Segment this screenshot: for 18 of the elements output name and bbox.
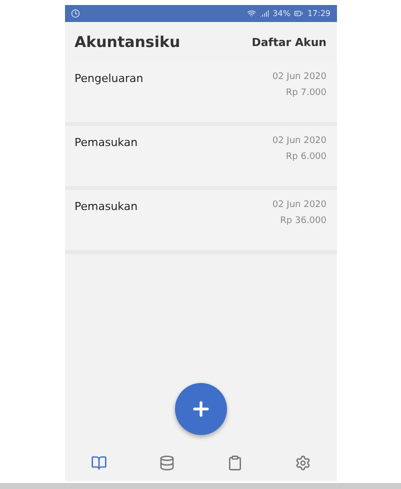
transaction-type: Pemasukan <box>74 200 138 215</box>
battery-percent: 34% <box>272 9 290 18</box>
transaction-amount: Rp 7.000 <box>286 88 326 98</box>
battery-icon <box>294 9 304 18</box>
add-button[interactable] <box>174 383 226 435</box>
transaction-amount: Rp 36.000 <box>280 216 326 226</box>
transaction-date: 02 Jun 2020 <box>272 200 326 210</box>
clock-time: 17:29 <box>307 9 330 18</box>
transaction-type: Pengeluaran <box>74 72 144 87</box>
transaction-date: 02 Jun 2020 <box>272 72 326 82</box>
wifi-icon <box>246 9 256 18</box>
account-list-button[interactable]: Daftar Akun <box>252 36 326 48</box>
transaction-type: Pemasukan <box>74 136 138 151</box>
signal-icon <box>260 9 269 18</box>
clock-icon <box>70 9 80 18</box>
transaction-amount: Rp 6.000 <box>286 152 326 162</box>
transaction-date: 02 Jun 2020 <box>272 136 326 146</box>
app-title: Akuntansiku <box>74 33 180 51</box>
